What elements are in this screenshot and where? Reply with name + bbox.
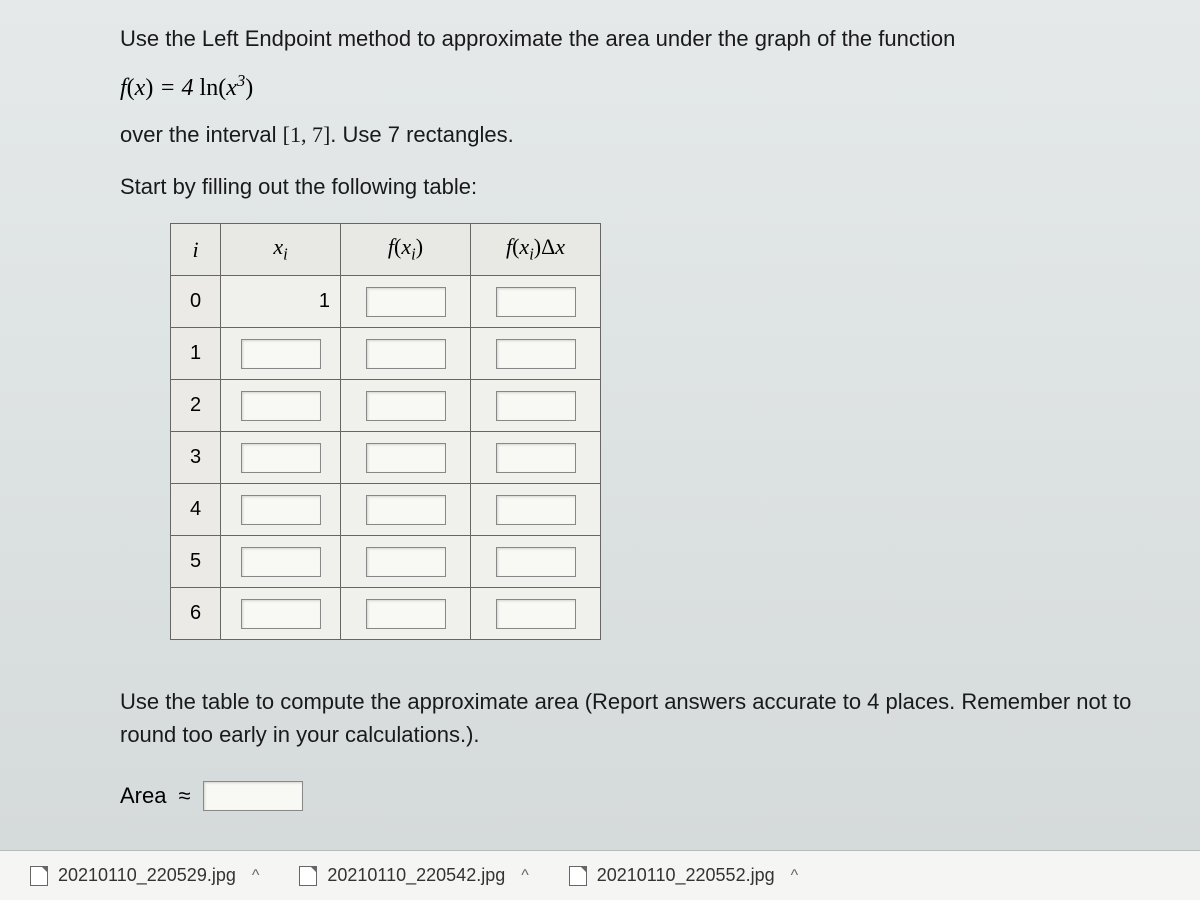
fxi-input[interactable] bbox=[366, 547, 446, 577]
table-row: 2 bbox=[171, 380, 601, 432]
cell-fxi bbox=[341, 276, 471, 328]
xi-input[interactable] bbox=[241, 495, 321, 525]
cell-xi bbox=[221, 588, 341, 640]
data-table: i xi f(xi) f(xi)Δx 01123456 bbox=[170, 223, 601, 640]
table-row: 4 bbox=[171, 484, 601, 536]
download-filename: 20210110_220552.jpg bbox=[597, 865, 775, 886]
fxi-input[interactable] bbox=[366, 495, 446, 525]
fxidx-input[interactable] bbox=[496, 287, 576, 317]
xi-input[interactable] bbox=[241, 443, 321, 473]
fxidx-input[interactable] bbox=[496, 495, 576, 525]
header-fxi: f(xi) bbox=[341, 224, 471, 276]
cell-fxidx bbox=[471, 380, 601, 432]
download-item[interactable]: 20210110_220529.jpg ^ bbox=[30, 865, 259, 886]
header-xi: xi bbox=[221, 224, 341, 276]
function-definition: f(x) = 4 ln(x3) bbox=[120, 71, 1170, 102]
header-fxidx: f(xi)Δx bbox=[471, 224, 601, 276]
file-icon bbox=[30, 866, 48, 886]
file-icon bbox=[299, 866, 317, 886]
cell-fxi bbox=[341, 536, 471, 588]
table-row: 3 bbox=[171, 432, 601, 484]
cell-fxi bbox=[341, 432, 471, 484]
download-filename: 20210110_220542.jpg bbox=[327, 865, 505, 886]
cell-fxidx bbox=[471, 536, 601, 588]
area-row: Area ≈ bbox=[120, 781, 1170, 811]
cell-xi bbox=[221, 536, 341, 588]
table-row: 6 bbox=[171, 588, 601, 640]
interval-value: [1, 7] bbox=[283, 122, 331, 147]
fxi-input[interactable] bbox=[366, 443, 446, 473]
fxi-input[interactable] bbox=[366, 339, 446, 369]
fxidx-input[interactable] bbox=[496, 339, 576, 369]
fxidx-input[interactable] bbox=[496, 599, 576, 629]
cell-xi bbox=[221, 432, 341, 484]
fxi-input[interactable] bbox=[366, 391, 446, 421]
download-item[interactable]: 20210110_220542.jpg ^ bbox=[299, 865, 528, 886]
xi-input[interactable] bbox=[241, 599, 321, 629]
interval-text: over the interval [1, 7]. Use 7 rectangl… bbox=[120, 116, 1170, 153]
xi-input[interactable] bbox=[241, 547, 321, 577]
table-row: 1 bbox=[171, 328, 601, 380]
cell-fxidx bbox=[471, 276, 601, 328]
problem-area: Use the Left Endpoint method to approxim… bbox=[0, 0, 1200, 850]
fxidx-input[interactable] bbox=[496, 547, 576, 577]
download-bar: 20210110_220529.jpg ^ 20210110_220542.jpg ^… bbox=[0, 850, 1200, 900]
download-item[interactable]: 20210110_220552.jpg ^ bbox=[569, 865, 798, 886]
cell-fxidx bbox=[471, 432, 601, 484]
chevron-up-icon[interactable]: ^ bbox=[521, 867, 529, 885]
cell-i: 2 bbox=[171, 380, 221, 432]
table-row: 5 bbox=[171, 536, 601, 588]
chevron-up-icon[interactable]: ^ bbox=[252, 867, 260, 885]
cell-xi bbox=[221, 328, 341, 380]
xi-input[interactable] bbox=[241, 391, 321, 421]
fxi-input[interactable] bbox=[366, 287, 446, 317]
file-icon bbox=[569, 866, 587, 886]
cell-i: 3 bbox=[171, 432, 221, 484]
cell-fxidx bbox=[471, 328, 601, 380]
cell-xi bbox=[221, 380, 341, 432]
fxi-input[interactable] bbox=[366, 599, 446, 629]
cell-fxi bbox=[341, 484, 471, 536]
table-body: 01123456 bbox=[171, 276, 601, 640]
cell-fxidx bbox=[471, 484, 601, 536]
cell-i: 6 bbox=[171, 588, 221, 640]
compute-prompt: Use the table to compute the approximate… bbox=[120, 685, 1170, 751]
cell-fxi bbox=[341, 588, 471, 640]
cell-i: 0 bbox=[171, 276, 221, 328]
cell-fxidx bbox=[471, 588, 601, 640]
intro-text: Use the Left Endpoint method to approxim… bbox=[120, 20, 1170, 57]
table-prompt: Start by filling out the following table… bbox=[120, 168, 1170, 205]
cell-i: 4 bbox=[171, 484, 221, 536]
download-filename: 20210110_220529.jpg bbox=[58, 865, 236, 886]
cell-xi: 1 bbox=[221, 276, 341, 328]
cell-fxi bbox=[341, 380, 471, 432]
area-label: Area bbox=[120, 783, 166, 809]
fxidx-input[interactable] bbox=[496, 391, 576, 421]
cell-i: 5 bbox=[171, 536, 221, 588]
fxidx-input[interactable] bbox=[496, 443, 576, 473]
cell-i: 1 bbox=[171, 328, 221, 380]
table-row: 01 bbox=[171, 276, 601, 328]
cell-xi bbox=[221, 484, 341, 536]
cell-fxi bbox=[341, 328, 471, 380]
approx-symbol: ≈ bbox=[178, 783, 190, 809]
header-i: i bbox=[171, 224, 221, 276]
area-input[interactable] bbox=[203, 781, 303, 811]
chevron-up-icon[interactable]: ^ bbox=[791, 867, 799, 885]
xi-input[interactable] bbox=[241, 339, 321, 369]
